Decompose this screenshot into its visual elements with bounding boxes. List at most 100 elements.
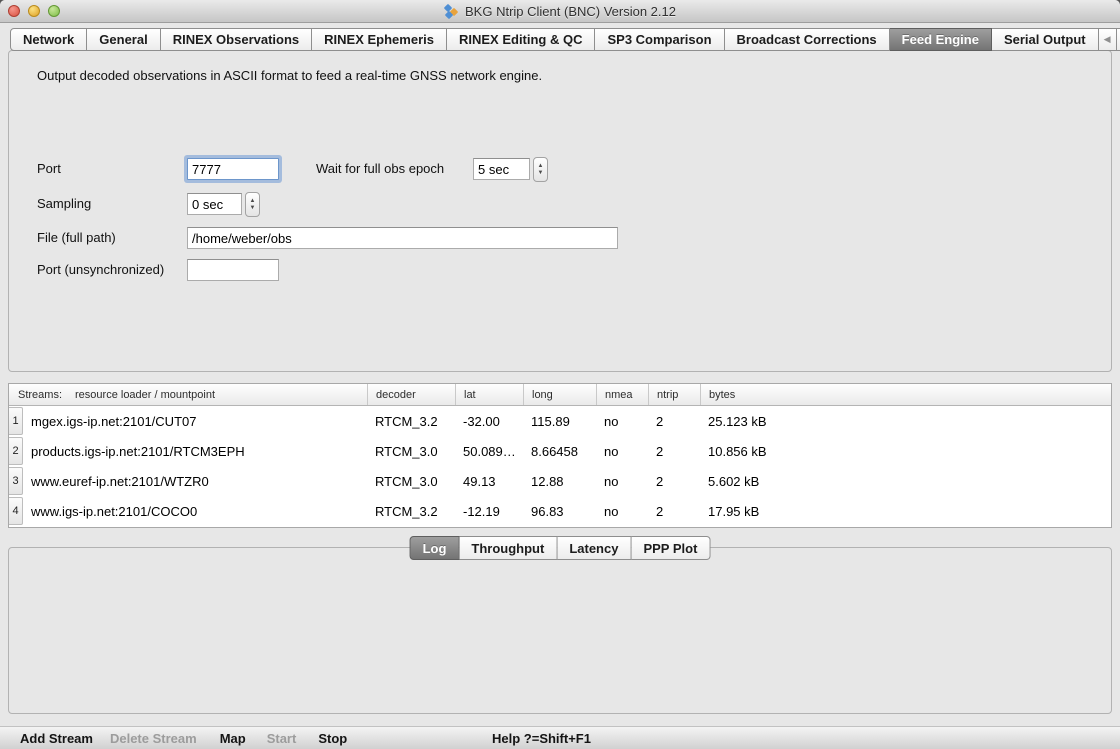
tab-label: RINEX Editing & QC <box>459 32 583 47</box>
wait-epoch-input[interactable] <box>473 158 530 180</box>
cell-bytes: 25.123 kB <box>700 414 1111 429</box>
tab-rinex-observations[interactable]: RINEX Observations <box>161 28 312 51</box>
tab-label: RINEX Ephemeris <box>324 32 434 47</box>
header-nmea[interactable]: nmea <box>596 384 648 405</box>
stepper-down-icon[interactable]: ▼ <box>538 170 544 177</box>
chevron-left-icon: ◀ <box>1104 35 1111 44</box>
stop-button[interactable]: Stop <box>318 731 347 746</box>
tab-latency[interactable]: Latency <box>557 536 631 560</box>
tab-label: Network <box>23 32 74 47</box>
titlebar[interactable]: BKG Ntrip Client (BNC) Version 2.12 <box>0 0 1120 23</box>
cell-ntrip: 2 <box>648 474 700 489</box>
help-shortcut-label: Help ?=Shift+F1 <box>492 727 591 749</box>
table-row[interactable]: 3www.euref-ip.net:2101/WTZR0 RTCM_3.0 49… <box>9 466 1111 496</box>
cell-decoder: RTCM_3.2 <box>367 414 455 429</box>
tab-label: PPP Plot <box>643 541 697 556</box>
tab-label: Log <box>423 541 447 556</box>
stepper-down-icon[interactable]: ▼ <box>250 205 256 212</box>
cell-long: 12.88 <box>523 474 596 489</box>
tab-label: SP3 Comparison <box>607 32 711 47</box>
header-mountpoint[interactable]: Streams: resource loader / mountpoint <box>9 384 367 405</box>
cell-nmea: no <box>596 444 648 459</box>
window-title: BKG Ntrip Client (BNC) Version 2.12 <box>465 4 676 19</box>
wait-epoch-label: Wait for full obs epoch <box>316 158 444 180</box>
tab-network[interactable]: Network <box>10 28 87 51</box>
tab-label: General <box>99 32 147 47</box>
stepper-up-icon[interactable]: ▲ <box>538 163 544 170</box>
port-input[interactable] <box>187 158 279 180</box>
resource-label: resource loader / mountpoint <box>75 389 215 401</box>
tab-ppp-plot[interactable]: PPP Plot <box>631 536 710 560</box>
table-row[interactable]: 4www.igs-ip.net:2101/COCO0 RTCM_3.2 -12.… <box>9 496 1111 526</box>
row-number[interactable]: 4 <box>9 497 23 525</box>
cell-lat: 49.13 <box>455 474 523 489</box>
app-icon <box>444 4 459 19</box>
wait-epoch-stepper[interactable]: ▲▼ <box>533 157 548 182</box>
cell-mountpoint: mgex.igs-ip.net:2101/CUT07 <box>23 414 196 429</box>
header-ntrip[interactable]: ntrip <box>648 384 700 405</box>
cell-mountpoint: www.euref-ip.net:2101/WTZR0 <box>23 474 209 489</box>
feed-engine-description: Output decoded observations in ASCII for… <box>37 68 542 83</box>
add-stream-button[interactable]: Add Stream <box>20 731 93 746</box>
cell-ntrip: 2 <box>648 414 700 429</box>
tab-label: Feed Engine <box>902 32 979 47</box>
tab-throughput[interactable]: Throughput <box>459 536 557 560</box>
row-number[interactable]: 3 <box>9 467 23 495</box>
tab-rinex-ephemeris[interactable]: RINEX Ephemeris <box>312 28 447 51</box>
tab-sp3-comparison[interactable]: SP3 Comparison <box>595 28 724 51</box>
cell-decoder: RTCM_3.2 <box>367 504 455 519</box>
tab-broadcast-corrections[interactable]: Broadcast Corrections <box>725 28 890 51</box>
sampling-stepper[interactable]: ▲▼ <box>245 192 260 217</box>
cell-mountpoint: products.igs-ip.net:2101/RTCM3EPH <box>23 444 245 459</box>
stepper-up-icon[interactable]: ▲ <box>250 198 256 205</box>
map-button[interactable]: Map <box>220 731 246 746</box>
port-unsync-label: Port (unsynchronized) <box>37 259 164 281</box>
cell-decoder: RTCM_3.0 <box>367 444 455 459</box>
feed-engine-pane: Output decoded observations in ASCII for… <box>8 50 1112 372</box>
cell-bytes: 17.95 kB <box>700 504 1111 519</box>
sampling-label: Sampling <box>37 193 91 215</box>
port-label: Port <box>37 158 61 180</box>
cell-decoder: RTCM_3.0 <box>367 474 455 489</box>
tab-label: RINEX Observations <box>173 32 299 47</box>
cell-nmea: no <box>596 474 648 489</box>
app-window: BKG Ntrip Client (BNC) Version 2.12 Netw… <box>0 0 1120 749</box>
cell-long: 8.66458 <box>523 444 596 459</box>
port-unsync-input[interactable] <box>187 259 279 281</box>
tab-label: Throughput <box>471 541 544 556</box>
row-number[interactable]: 2 <box>9 437 23 465</box>
cell-nmea: no <box>596 414 648 429</box>
tab-log[interactable]: Log <box>410 536 460 560</box>
bottom-toolbar: Add Stream Delete Stream Map Start Stop … <box>0 726 1120 749</box>
file-path-input[interactable] <box>187 227 618 249</box>
table-row[interactable]: 2products.igs-ip.net:2101/RTCM3EPH RTCM_… <box>9 436 1111 466</box>
cell-bytes: 5.602 kB <box>700 474 1111 489</box>
header-long[interactable]: long <box>523 384 596 405</box>
sampling-input[interactable] <box>187 193 242 215</box>
header-decoder[interactable]: decoder <box>367 384 455 405</box>
cell-long: 115.89 <box>523 414 596 429</box>
cell-lat: -32.00 <box>455 414 523 429</box>
tab-serial-output[interactable]: Serial Output <box>992 28 1099 51</box>
tab-scroll-left-button[interactable]: ◀ <box>1099 28 1117 51</box>
cell-ntrip: 2 <box>648 504 700 519</box>
cell-lat: 50.089… <box>455 444 523 459</box>
header-bytes[interactable]: bytes <box>700 384 1111 405</box>
table-row[interactable]: 1mgex.igs-ip.net:2101/CUT07 RTCM_3.2 -32… <box>9 406 1111 436</box>
window-title-wrap: BKG Ntrip Client (BNC) Version 2.12 <box>0 0 1120 22</box>
header-lat[interactable]: lat <box>455 384 523 405</box>
tab-feed-engine[interactable]: Feed Engine <box>890 28 992 51</box>
cell-ntrip: 2 <box>648 444 700 459</box>
tab-general[interactable]: General <box>87 28 160 51</box>
tab-label: Latency <box>569 541 618 556</box>
tab-rinex-editing-qc[interactable]: RINEX Editing & QC <box>447 28 596 51</box>
main-tabbar: Network General RINEX Observations RINEX… <box>10 28 1120 51</box>
file-path-label: File (full path) <box>37 227 116 249</box>
tab-scroll-right-button[interactable]: ▶ <box>1117 28 1120 51</box>
cell-lat: -12.19 <box>455 504 523 519</box>
streams-table: Streams: resource loader / mountpoint de… <box>8 383 1112 528</box>
cell-mountpoint: www.igs-ip.net:2101/COCO0 <box>23 504 197 519</box>
streams-table-header: Streams: resource loader / mountpoint de… <box>9 384 1111 406</box>
row-number[interactable]: 1 <box>9 407 23 435</box>
start-button: Start <box>267 731 297 746</box>
